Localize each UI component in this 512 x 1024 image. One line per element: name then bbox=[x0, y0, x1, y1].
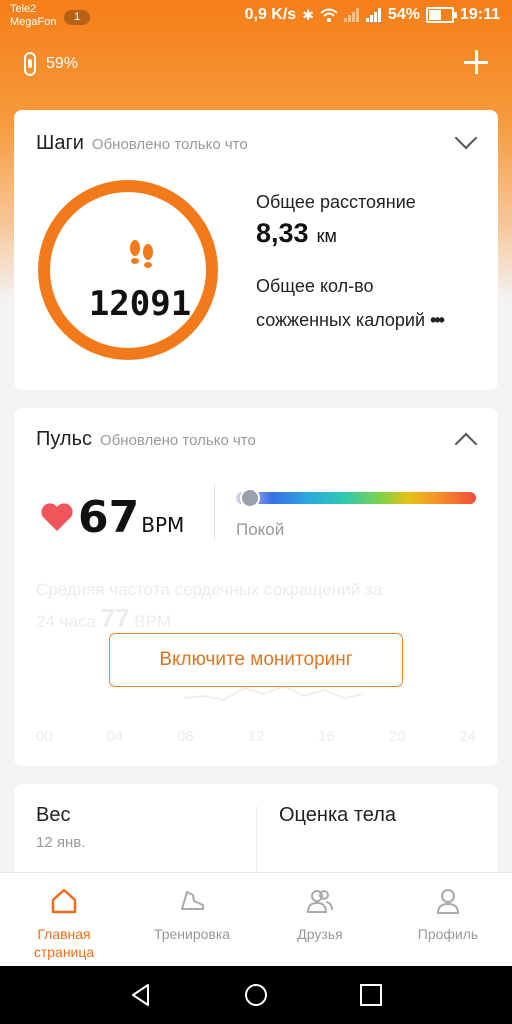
bottom-tab-bar: Главная страница Тренировка Друзья Профи… bbox=[0, 872, 512, 967]
enable-monitoring-button[interactable]: Включите мониторинг bbox=[109, 633, 403, 687]
average-value: 77 bbox=[100, 603, 130, 633]
steps-ring: 12091 bbox=[38, 180, 218, 360]
divider bbox=[214, 484, 215, 540]
tab-home[interactable]: Главная страница bbox=[14, 873, 114, 967]
shoe-icon bbox=[181, 891, 204, 910]
average-label: Средняя частота сердечных сокращений за bbox=[36, 580, 383, 599]
distance-value: 8,33 bbox=[256, 218, 309, 248]
tab-profile[interactable]: Профиль bbox=[398, 873, 498, 967]
carrier-1: Tele2 bbox=[10, 3, 37, 15]
status-right: 0,9 K/s ✱ 54% 19:11 bbox=[245, 6, 500, 24]
chevron-up-icon[interactable] bbox=[454, 432, 478, 456]
bpm-row: 67 BPM bbox=[78, 492, 184, 543]
average-heart-rate: Средняя частота сердечных сокращений за … bbox=[36, 576, 476, 636]
more-icon: ••• bbox=[430, 310, 445, 330]
average-unit: BPM bbox=[134, 612, 172, 631]
band-icon bbox=[24, 52, 36, 76]
distance-value-row: 8,33 км bbox=[256, 218, 337, 249]
home-icon bbox=[51, 888, 77, 914]
weight-title: Вес bbox=[36, 804, 71, 826]
pulse-card-title: Пульс Обновлено только что bbox=[36, 428, 256, 451]
heart-icon bbox=[41, 503, 73, 531]
calories-label-2-row: сожженных калорий ••• bbox=[256, 310, 445, 331]
steps-card-title: Шаги Обновлено только что bbox=[36, 132, 248, 155]
tab-label: Тренировка bbox=[153, 926, 231, 942]
heart-zone-indicator bbox=[240, 488, 260, 508]
steps-count: 12091 bbox=[88, 284, 192, 324]
tab-label: Главная страница bbox=[33, 926, 95, 960]
steps-updated: Обновлено только что bbox=[91, 136, 248, 153]
heart-zone-label: Покой bbox=[236, 520, 285, 539]
add-button[interactable] bbox=[462, 48, 490, 76]
tab-label: Профиль bbox=[417, 926, 479, 942]
steps-card[interactable]: Шаги Обновлено только что 12091 Общее рас… bbox=[14, 110, 498, 390]
status-bar: Tele2 MegaFon 1 0,9 K/s ✱ 54% 19:11 bbox=[0, 0, 512, 36]
footsteps-icon bbox=[130, 240, 153, 268]
tab-label: Друзья bbox=[297, 926, 343, 942]
calories-label-2: сожженных калорий bbox=[256, 310, 426, 330]
hour-label: 12 bbox=[247, 728, 265, 745]
hour-label: 16 bbox=[318, 728, 335, 745]
band-status[interactable]: 59% bbox=[24, 52, 78, 76]
band-battery: 59% bbox=[46, 55, 79, 72]
hour-label: 24 bbox=[459, 728, 476, 745]
pulse-title: Пульс bbox=[36, 428, 93, 450]
body-score-title: Оценка тела bbox=[279, 804, 397, 826]
wifi-icon bbox=[320, 8, 338, 22]
heart-zone-bar bbox=[236, 492, 476, 504]
bpm-unit: BPM bbox=[141, 513, 185, 537]
system-nav-bar bbox=[0, 966, 512, 1024]
clock: 19:11 bbox=[459, 6, 500, 23]
bluetooth-icon: ✱ bbox=[302, 6, 314, 23]
bpm-value: 67 bbox=[78, 492, 140, 543]
distance-unit: км bbox=[316, 226, 337, 246]
tab-friends[interactable]: Друзья bbox=[270, 873, 370, 967]
tab-workout[interactable]: Тренировка bbox=[142, 873, 242, 967]
average-period: 24 часа bbox=[36, 612, 96, 631]
back-icon[interactable] bbox=[128, 982, 154, 1008]
weight-date: 12 янв. bbox=[36, 834, 86, 851]
steps-title: Шаги bbox=[36, 132, 84, 154]
carrier-2: MegaFon bbox=[10, 16, 57, 28]
sim-badge: 1 bbox=[64, 10, 90, 25]
chart-hours: 00 04 08 12 16 20 24 bbox=[36, 728, 476, 745]
battery-icon bbox=[425, 7, 457, 23]
average-row: 24 часа 77 BPM bbox=[36, 604, 476, 636]
distance-label: Общее расстояние bbox=[256, 192, 416, 212]
signal-icon-2 bbox=[365, 8, 382, 22]
carrier-info: Tele2 MegaFon bbox=[10, 3, 56, 29]
calories-label-1: Общее кол-во bbox=[256, 276, 374, 296]
hour-label: 00 bbox=[36, 728, 53, 745]
pulse-card[interactable]: Пульс Обновлено только что 67 BPM Покой Ср… bbox=[14, 408, 498, 766]
battery-fill bbox=[428, 10, 441, 20]
home-nav-icon[interactable] bbox=[243, 982, 269, 1008]
recents-icon[interactable] bbox=[358, 982, 384, 1008]
pulse-updated: Обновлено только что bbox=[100, 432, 256, 449]
network-speed: 0,9 K/s bbox=[244, 6, 297, 23]
profile-icon bbox=[436, 889, 460, 914]
hour-label: 20 bbox=[388, 728, 406, 745]
friends-icon bbox=[306, 890, 333, 913]
hour-label: 04 bbox=[106, 728, 124, 745]
battery-percent: 54% bbox=[387, 6, 420, 23]
signal-icon-1 bbox=[343, 8, 360, 22]
chevron-down-icon[interactable] bbox=[454, 126, 478, 150]
hour-label: 08 bbox=[177, 728, 194, 745]
